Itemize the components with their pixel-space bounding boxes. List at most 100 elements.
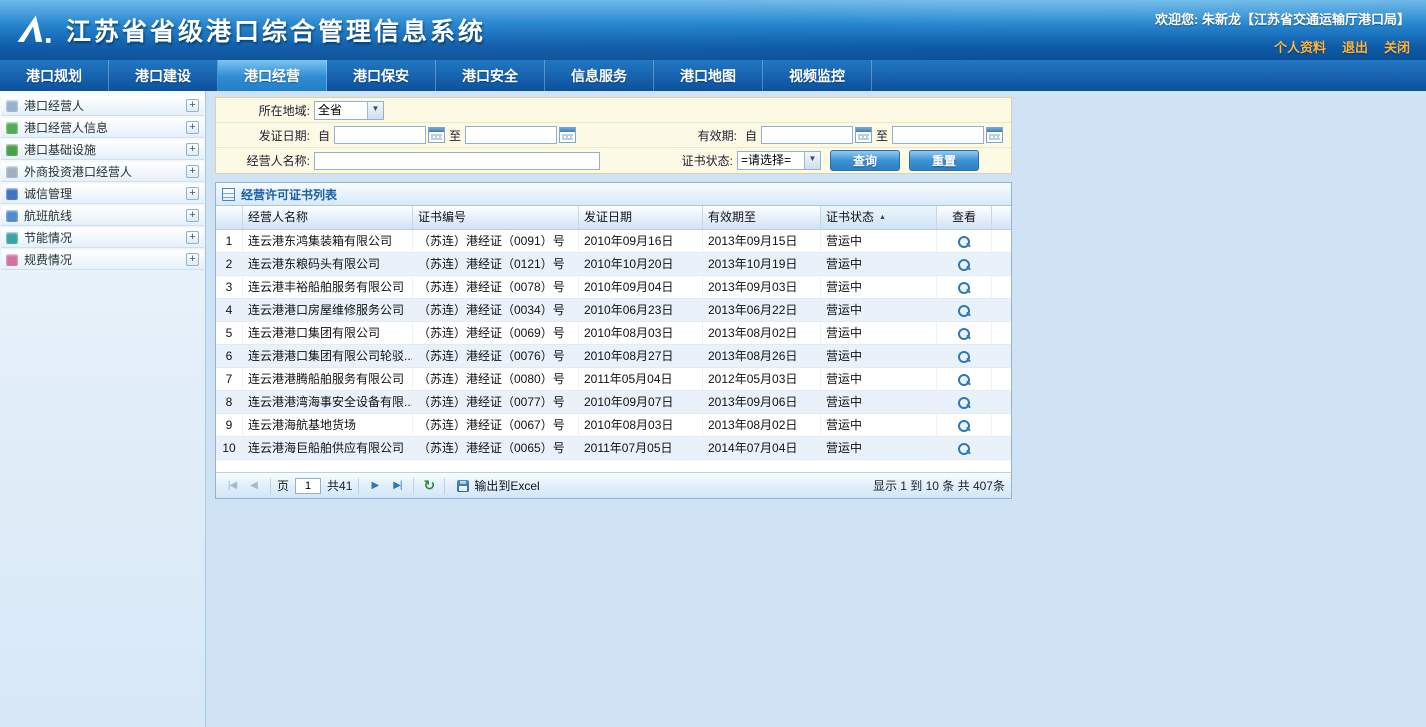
region-select-value: 全省 — [315, 102, 367, 119]
content-area: 港口经营人 港口经营人信息 港口基础设施 外商投资港口经营人 诚信管理 — [0, 91, 1426, 727]
expand-plus-icon[interactable] — [186, 165, 199, 178]
view-icon[interactable] — [957, 442, 971, 456]
col-header-status[interactable]: 证书状态 — [821, 206, 937, 229]
cell-filler — [992, 299, 1011, 321]
grid-hscroll-spacer — [216, 460, 1011, 472]
col-header-valid-until[interactable]: 有效期至 — [703, 206, 821, 229]
table-row[interactable]: 8 连云港港湾海事安全设备有限... （苏连）港经证（0077）号 2010年0… — [216, 391, 1011, 414]
page-number-input[interactable] — [295, 478, 321, 494]
logo-icon — [12, 11, 56, 49]
grid-header-row: 经营人名称 证书编号 发证日期 有效期至 证书状态 查看 — [216, 206, 1011, 230]
cert-status-select-value: =请选择= — [738, 152, 804, 169]
table-row[interactable]: 7 连云港港腾船舶服务有限公司 （苏连）港经证（0080）号 2011年05月0… — [216, 368, 1011, 391]
expand-plus-icon[interactable] — [186, 121, 199, 134]
expand-plus-icon[interactable] — [186, 99, 199, 112]
col-header-issue-date[interactable]: 发证日期 — [579, 206, 703, 229]
region-select[interactable]: 全省 — [314, 101, 384, 120]
expand-plus-icon[interactable] — [186, 209, 199, 222]
view-icon[interactable] — [957, 258, 971, 272]
cell-cert-no: （苏连）港经证（0077）号 — [413, 391, 579, 413]
cell-status: 营运中 — [821, 345, 937, 367]
pagination-summary: 显示 1 到 10 条 共 407条 — [873, 477, 1005, 494]
tab-port-security[interactable]: 港口保安 — [327, 60, 436, 91]
calendar-icon[interactable] — [428, 127, 445, 143]
view-icon[interactable] — [957, 327, 971, 341]
next-page-button[interactable] — [365, 477, 385, 495]
cell-valid-until: 2013年06月22日 — [703, 299, 821, 321]
logout-link[interactable]: 退出 — [1342, 37, 1368, 56]
sidebar-item-port-operators[interactable]: 港口经营人 — [1, 95, 204, 116]
cell-rownum: 10 — [216, 437, 243, 459]
tab-video-monitoring[interactable]: 视频监控 — [763, 60, 872, 91]
tab-port-construction[interactable]: 港口建设 — [109, 60, 218, 91]
pager-separator — [413, 478, 414, 494]
certificate-grid-panel: 经营许可证书列表 经营人名称 证书编号 发证日期 有效期至 证书状态 查看 1 … — [215, 182, 1012, 499]
pager-separator — [358, 478, 359, 494]
sidebar-item-port-infrastructure[interactable]: 港口基础设施 — [1, 139, 204, 160]
cell-filler — [992, 322, 1011, 344]
export-excel-button[interactable]: 输出到Excel — [451, 475, 545, 496]
close-link[interactable]: 关闭 — [1384, 37, 1410, 56]
view-icon[interactable] — [957, 281, 971, 295]
profile-link[interactable]: 个人资料 — [1274, 37, 1326, 56]
validity-from-input[interactable] — [761, 126, 853, 144]
expand-plus-icon[interactable] — [186, 231, 199, 244]
prev-page-button[interactable] — [244, 477, 264, 495]
sidebar-item-operator-info[interactable]: 港口经营人信息 — [1, 117, 204, 138]
query-button[interactable]: 查询 — [830, 150, 900, 171]
col-header-cert-no[interactable]: 证书编号 — [413, 206, 579, 229]
tab-port-map[interactable]: 港口地图 — [654, 60, 763, 91]
tab-port-operation[interactable]: 港口经营 — [218, 60, 327, 91]
table-row[interactable]: 3 连云港丰裕船舶服务有限公司 （苏连）港经证（0078）号 2010年09月0… — [216, 276, 1011, 299]
issue-date-from-input[interactable] — [334, 126, 426, 144]
cell-operator-name: 连云港港口集团有限公司 — [243, 322, 413, 344]
table-row[interactable]: 10 连云港海巨船舶供应有限公司 （苏连）港经证（0065）号 2011年07月… — [216, 437, 1011, 460]
sidebar-item-credit-management[interactable]: 诚信管理 — [1, 183, 204, 204]
view-icon[interactable] — [957, 304, 971, 318]
issue-date-to-input[interactable] — [465, 126, 557, 144]
sidebar: 港口经营人 港口经营人信息 港口基础设施 外商投资港口经营人 诚信管理 — [0, 91, 206, 727]
cell-valid-until: 2013年08月02日 — [703, 322, 821, 344]
view-icon[interactable] — [957, 235, 971, 249]
tab-port-planning[interactable]: 港口规划 — [0, 60, 109, 91]
cell-valid-until: 2012年05月03日 — [703, 368, 821, 390]
refresh-icon[interactable] — [420, 477, 438, 495]
sidebar-item-energy-saving[interactable]: 节能情况 — [1, 227, 204, 248]
main-area: 所在地域: 全省 发证日期: 自 至 有效期: 自 — [206, 91, 1426, 727]
tab-port-safety[interactable]: 港口安全 — [436, 60, 545, 91]
calendar-icon[interactable] — [855, 127, 872, 143]
table-row[interactable]: 5 连云港港口集团有限公司 （苏连）港经证（0069）号 2010年08月03日… — [216, 322, 1011, 345]
cell-operator-name: 连云港港口房屋维修服务公司 — [243, 299, 413, 321]
table-row[interactable]: 2 连云港东粮码头有限公司 （苏连）港经证（0121）号 2010年10月20日… — [216, 253, 1011, 276]
view-icon[interactable] — [957, 373, 971, 387]
table-row[interactable]: 6 连云港港口集团有限公司轮驳... （苏连）港经证（0076）号 2010年0… — [216, 345, 1011, 368]
view-icon[interactable] — [957, 350, 971, 364]
col-header-view[interactable]: 查看 — [937, 206, 992, 229]
expand-plus-icon[interactable] — [186, 187, 199, 200]
calendar-icon[interactable] — [559, 127, 576, 143]
table-row[interactable]: 1 连云港东鸿集装箱有限公司 （苏连）港经证（0091）号 2010年09月16… — [216, 230, 1011, 253]
cell-rownum: 8 — [216, 391, 243, 413]
route-icon — [6, 210, 18, 222]
expand-plus-icon[interactable] — [186, 143, 199, 156]
cell-issue-date: 2010年09月04日 — [579, 276, 703, 298]
last-page-button[interactable] — [387, 477, 407, 495]
reset-button[interactable]: 重置 — [909, 150, 979, 171]
table-row[interactable]: 4 连云港港口房屋维修服务公司 （苏连）港经证（0034）号 2010年06月2… — [216, 299, 1011, 322]
tab-information-service[interactable]: 信息服务 — [545, 60, 654, 91]
view-icon[interactable] — [957, 396, 971, 410]
col-header-operator-name[interactable]: 经营人名称 — [243, 206, 413, 229]
sidebar-item-fees[interactable]: 规费情况 — [1, 249, 204, 270]
cell-operator-name: 连云港东鸿集装箱有限公司 — [243, 230, 413, 252]
table-row[interactable]: 9 连云港海航基地货场 （苏连）港经证（0067）号 2010年08月03日 2… — [216, 414, 1011, 437]
view-icon[interactable] — [957, 419, 971, 433]
calendar-icon[interactable] — [986, 127, 1003, 143]
cert-status-select[interactable]: =请选择= — [737, 151, 821, 170]
issue-from-label: 自 — [318, 127, 330, 144]
sidebar-item-foreign-invested-operators[interactable]: 外商投资港口经营人 — [1, 161, 204, 182]
sidebar-item-flight-routes[interactable]: 航班航线 — [1, 205, 204, 226]
first-page-button[interactable] — [222, 477, 242, 495]
operator-name-input[interactable] — [314, 152, 600, 170]
validity-to-input[interactable] — [892, 126, 984, 144]
expand-plus-icon[interactable] — [186, 253, 199, 266]
